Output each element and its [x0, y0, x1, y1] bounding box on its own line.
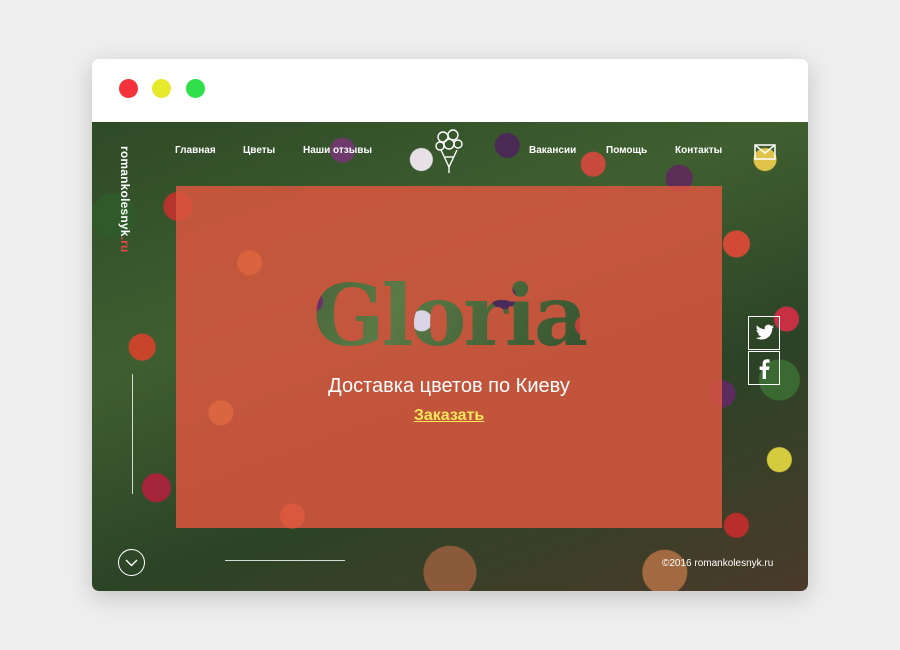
page-viewport: Главная Цветы Наши отзывы Вакансии Помощ… [92, 122, 808, 591]
hero-title: Gloria [176, 268, 722, 364]
hero-subtitle: Доставка цветов по Киеву [328, 375, 570, 397]
vertical-brand-text: romankolesnyk.ru [118, 146, 132, 253]
nav-item-home[interactable]: Главная [175, 145, 216, 156]
left-divider [132, 374, 133, 494]
bottom-divider [225, 560, 345, 561]
nav-item-vacancies[interactable]: Вакансии [529, 145, 576, 156]
nav-item-contacts[interactable]: Контакты [675, 145, 722, 156]
brand-accent: .ru [118, 236, 132, 253]
facebook-button[interactable] [748, 351, 780, 385]
envelope-icon[interactable] [754, 144, 776, 160]
flower-bouquet-icon[interactable] [433, 127, 465, 175]
copyright-text: ©2016 romankolesnyk.ru [662, 558, 774, 569]
minimize-window-button[interactable] [152, 79, 171, 98]
window-titlebar [92, 59, 808, 122]
scroll-down-button[interactable] [118, 549, 145, 576]
nav-item-reviews[interactable]: Наши отзывы [303, 145, 372, 156]
nav-item-help[interactable]: Помощь [606, 145, 647, 156]
brand-main: romankolesnyk [118, 146, 132, 237]
twitter-icon [755, 324, 775, 340]
hero-cta-wrapper: Заказать [176, 407, 722, 425]
nav-item-flowers[interactable]: Цветы [243, 145, 275, 156]
chevron-down-icon [125, 559, 138, 567]
browser-window: Главная Цветы Наши отзывы Вакансии Помощ… [92, 59, 808, 591]
close-window-button[interactable] [119, 79, 138, 98]
facebook-icon [759, 359, 770, 379]
maximize-window-button[interactable] [186, 79, 205, 98]
twitter-button[interactable] [748, 316, 780, 350]
order-link[interactable]: Заказать [414, 407, 484, 424]
